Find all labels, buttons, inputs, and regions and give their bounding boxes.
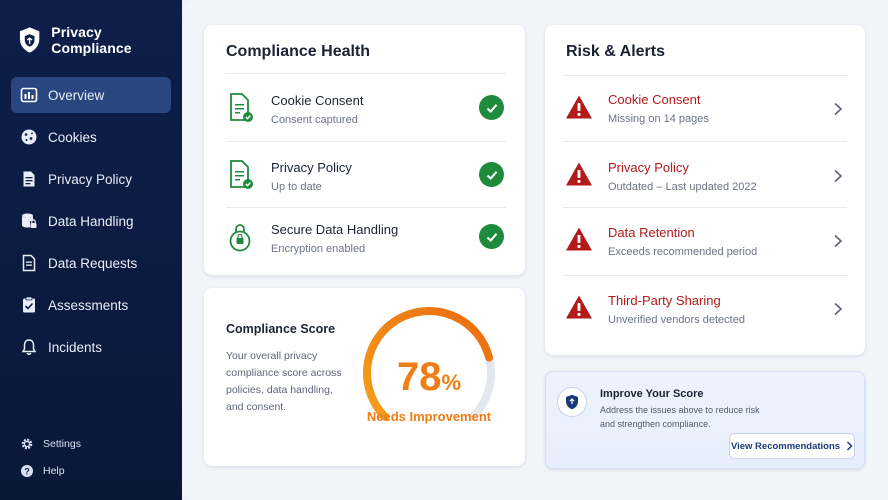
clipboard-check-icon [20, 296, 38, 314]
database-lock-icon [20, 212, 38, 230]
score-description: Your overall privacy compliance score ac… [226, 350, 342, 413]
chevron-right-icon [834, 102, 843, 116]
sidebar-item-label: Data Requests [48, 255, 138, 271]
health-row: Cookie Consent Consent captured [226, 73, 506, 141]
alert-subtitle: Unverified vendors detected [608, 314, 745, 326]
svg-text:?: ? [24, 466, 30, 476]
health-item-subtitle: Up to date [271, 181, 322, 193]
score-status: Needs Improvement [366, 409, 492, 424]
alert-subtitle: Outdated – Last updated 2022 [608, 181, 757, 193]
alert-title: Data Retention [608, 225, 695, 240]
health-row: Secure Data Handling Encryption enabled [226, 207, 506, 273]
check-icon [479, 95, 504, 120]
view-recommendations-button[interactable]: View Recommendations [729, 433, 855, 459]
score-unit: % [441, 370, 462, 395]
file-list-icon [20, 254, 38, 272]
sidebar-item-incidents[interactable]: Incidents [11, 329, 171, 365]
improve-score-card: Improve Your Score Address the issues ab… [545, 371, 865, 469]
check-icon [479, 162, 504, 187]
score-title: Compliance Score [226, 322, 336, 336]
sidebar-item-data-requests[interactable]: Data Requests [11, 245, 171, 281]
sidebar: Privacy Compliance Overview Cookies Priv… [0, 0, 182, 500]
brand[interactable]: Privacy Compliance [18, 24, 182, 56]
sidebar-item-privacy-policy[interactable]: Privacy Policy [11, 161, 171, 197]
sidebar-item-data-handling[interactable]: Data Handling [11, 203, 171, 239]
sidebar-footer: Settings ? Help [20, 430, 81, 484]
health-item-title: Secure Data Handling [271, 222, 399, 237]
alert-item[interactable]: Cookie Consent Missing on 14 pages [563, 75, 847, 141]
alert-subtitle: Missing on 14 pages [608, 113, 709, 125]
health-item-subtitle: Encryption enabled [271, 243, 366, 255]
chevron-right-icon [847, 441, 853, 451]
sidebar-item-label: Data Handling [48, 213, 134, 229]
sidebar-nav: Overview Cookies Privacy Policy Data Han… [11, 77, 171, 371]
sidebar-item-label: Incidents [48, 339, 103, 355]
chevron-right-icon [834, 302, 843, 316]
alert-subtitle: Exceeds recommended period [608, 246, 758, 258]
score-value: 78 [396, 355, 442, 399]
overview-icon [20, 86, 38, 104]
card-title: Compliance Health [226, 43, 371, 60]
alert-title: Privacy Policy [608, 160, 689, 175]
improve-title: Improve Your Score [600, 388, 704, 400]
alert-title: Cookie Consent [608, 92, 701, 107]
sidebar-item-label: Help [43, 464, 65, 477]
chevron-right-icon [834, 169, 843, 183]
sidebar-item-overview[interactable]: Overview [11, 77, 171, 113]
shield-icon [557, 387, 587, 417]
app-title: Privacy Compliance [51, 24, 132, 56]
warning-icon [566, 162, 592, 186]
alert-item[interactable]: Privacy Policy Outdated – Last updated 2… [563, 141, 847, 207]
shield-icon [19, 27, 40, 53]
document-check-icon [230, 93, 253, 122]
compliance-score-card: Compliance Score Your overall privacy co… [204, 288, 525, 466]
sidebar-item-label: Overview [48, 87, 105, 103]
button-label: View Recommendations [730, 440, 841, 452]
sidebar-item-cookies[interactable]: Cookies [11, 119, 171, 155]
score-gauge: 78% Needs Improvement [359, 303, 499, 443]
sidebar-item-settings[interactable]: Settings [20, 430, 81, 457]
risk-alerts-card: Risk & Alerts Cookie Consent Missing on … [545, 25, 865, 355]
help-icon: ? [20, 464, 34, 478]
lock-icon [229, 224, 251, 252]
sidebar-item-label: Assessments [48, 297, 129, 313]
health-item-title: Cookie Consent [271, 93, 364, 108]
health-row: Privacy Policy Up to date [226, 141, 506, 207]
cookie-icon [20, 128, 38, 146]
warning-icon [566, 227, 592, 251]
improve-description: Address the issues above to reduce risk … [600, 405, 760, 429]
alert-item[interactable]: Data Retention Exceeds recommended perio… [563, 207, 847, 275]
check-icon [479, 224, 504, 249]
warning-icon [566, 295, 592, 319]
sidebar-item-label: Privacy Policy [48, 171, 133, 187]
score-percent: 78% [359, 355, 499, 400]
document-icon [20, 170, 38, 188]
alert-item[interactable]: Third-Party Sharing Unverified vendors d… [563, 275, 847, 343]
sidebar-item-label: Settings [43, 437, 81, 450]
sidebar-item-help[interactable]: ? Help [20, 457, 81, 484]
document-check-icon [230, 160, 253, 189]
health-item-title: Privacy Policy [271, 160, 352, 175]
bell-icon [20, 338, 38, 356]
warning-icon [566, 95, 592, 119]
gear-icon [20, 437, 34, 451]
health-item-subtitle: Consent captured [271, 114, 358, 126]
alert-title: Third-Party Sharing [608, 293, 721, 308]
card-title: Risk & Alerts [566, 43, 665, 60]
compliance-health-card: Compliance Health Cookie Consent Consent… [204, 25, 525, 275]
sidebar-item-label: Cookies [48, 129, 97, 145]
chevron-right-icon [834, 234, 843, 248]
sidebar-item-assessments[interactable]: Assessments [11, 287, 171, 323]
